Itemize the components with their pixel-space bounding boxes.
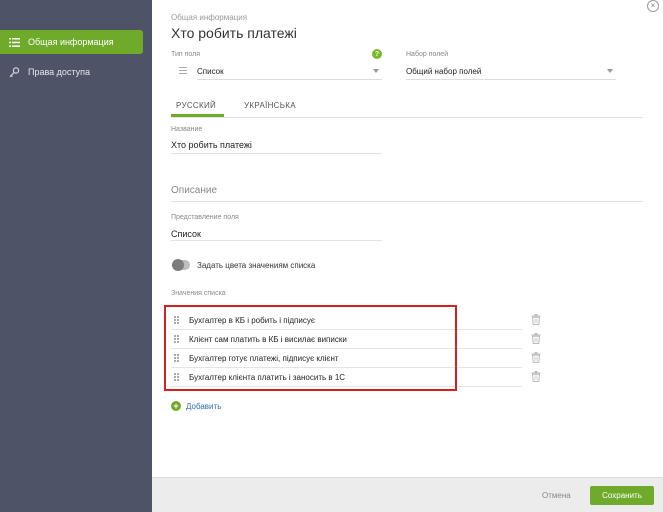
add-value-button[interactable]: + Добавить — [171, 401, 221, 411]
sidebar-item-label: Права доступа — [28, 67, 91, 77]
sidebar-item-general-info[interactable]: Общая информация — [0, 30, 143, 54]
trash-icon[interactable] — [531, 314, 541, 325]
name-field-underline — [171, 153, 382, 154]
sidebar: Общая информация Права доступа — [0, 0, 152, 512]
color-toggle[interactable] — [172, 259, 190, 271]
footer: Отмена Сохранить — [152, 477, 663, 512]
trash-icon[interactable] — [531, 333, 541, 344]
field-type-value: Список — [197, 67, 224, 76]
color-toggle-label: Задать цвета значениям списка — [197, 261, 316, 270]
presentation-field-underline — [171, 240, 382, 241]
sidebar-item-access-rights[interactable]: Права доступа — [0, 60, 143, 84]
tab-divider — [171, 117, 643, 118]
menu-icon — [179, 67, 187, 75]
tab-ukrainian[interactable]: УКРАЇНСЬКА — [244, 101, 296, 110]
page-title: Хто робить платежі — [171, 25, 297, 41]
help-icon[interactable]: ? — [372, 49, 382, 59]
field-set-value: Общий набор полей — [406, 67, 482, 76]
presentation-field-input[interactable]: Список — [171, 229, 201, 239]
trash-icon[interactable] — [531, 371, 541, 382]
close-icon[interactable]: × — [647, 0, 659, 12]
toggle-knob — [172, 259, 184, 271]
page-subtitle: Общая информация — [171, 13, 248, 22]
add-value-label: Добавить — [186, 401, 222, 411]
name-field-label: Название — [171, 126, 203, 133]
name-field-input[interactable]: Хто робить платежі — [171, 140, 252, 150]
save-button[interactable]: Сохранить — [590, 486, 654, 505]
trash-icon[interactable] — [531, 352, 541, 363]
chevron-down-icon — [607, 69, 613, 73]
presentation-field-label: Представление поля — [171, 214, 239, 221]
field-type-label: Тип поля — [171, 51, 201, 58]
field-set-label: Набор полей — [406, 51, 449, 58]
highlight-box — [164, 305, 457, 391]
sidebar-item-label: Общая информация — [28, 37, 114, 47]
cancel-button[interactable]: Отмена — [542, 491, 571, 500]
section-divider — [171, 201, 643, 202]
tab-russian[interactable]: РУССКИЙ — [176, 101, 216, 110]
field-type-select[interactable]: Список — [197, 64, 382, 80]
list-icon — [8, 36, 20, 48]
field-set-select[interactable]: Общий набор полей — [406, 64, 616, 80]
description-section-title: Описание — [171, 185, 218, 196]
list-values-label: Значения списка — [171, 290, 226, 297]
chevron-down-icon — [373, 69, 379, 73]
plus-icon: + — [171, 401, 181, 411]
key-icon — [8, 66, 20, 78]
edit-field-panel: × Общая информация Хто робить платежі Ти… — [152, 0, 663, 512]
